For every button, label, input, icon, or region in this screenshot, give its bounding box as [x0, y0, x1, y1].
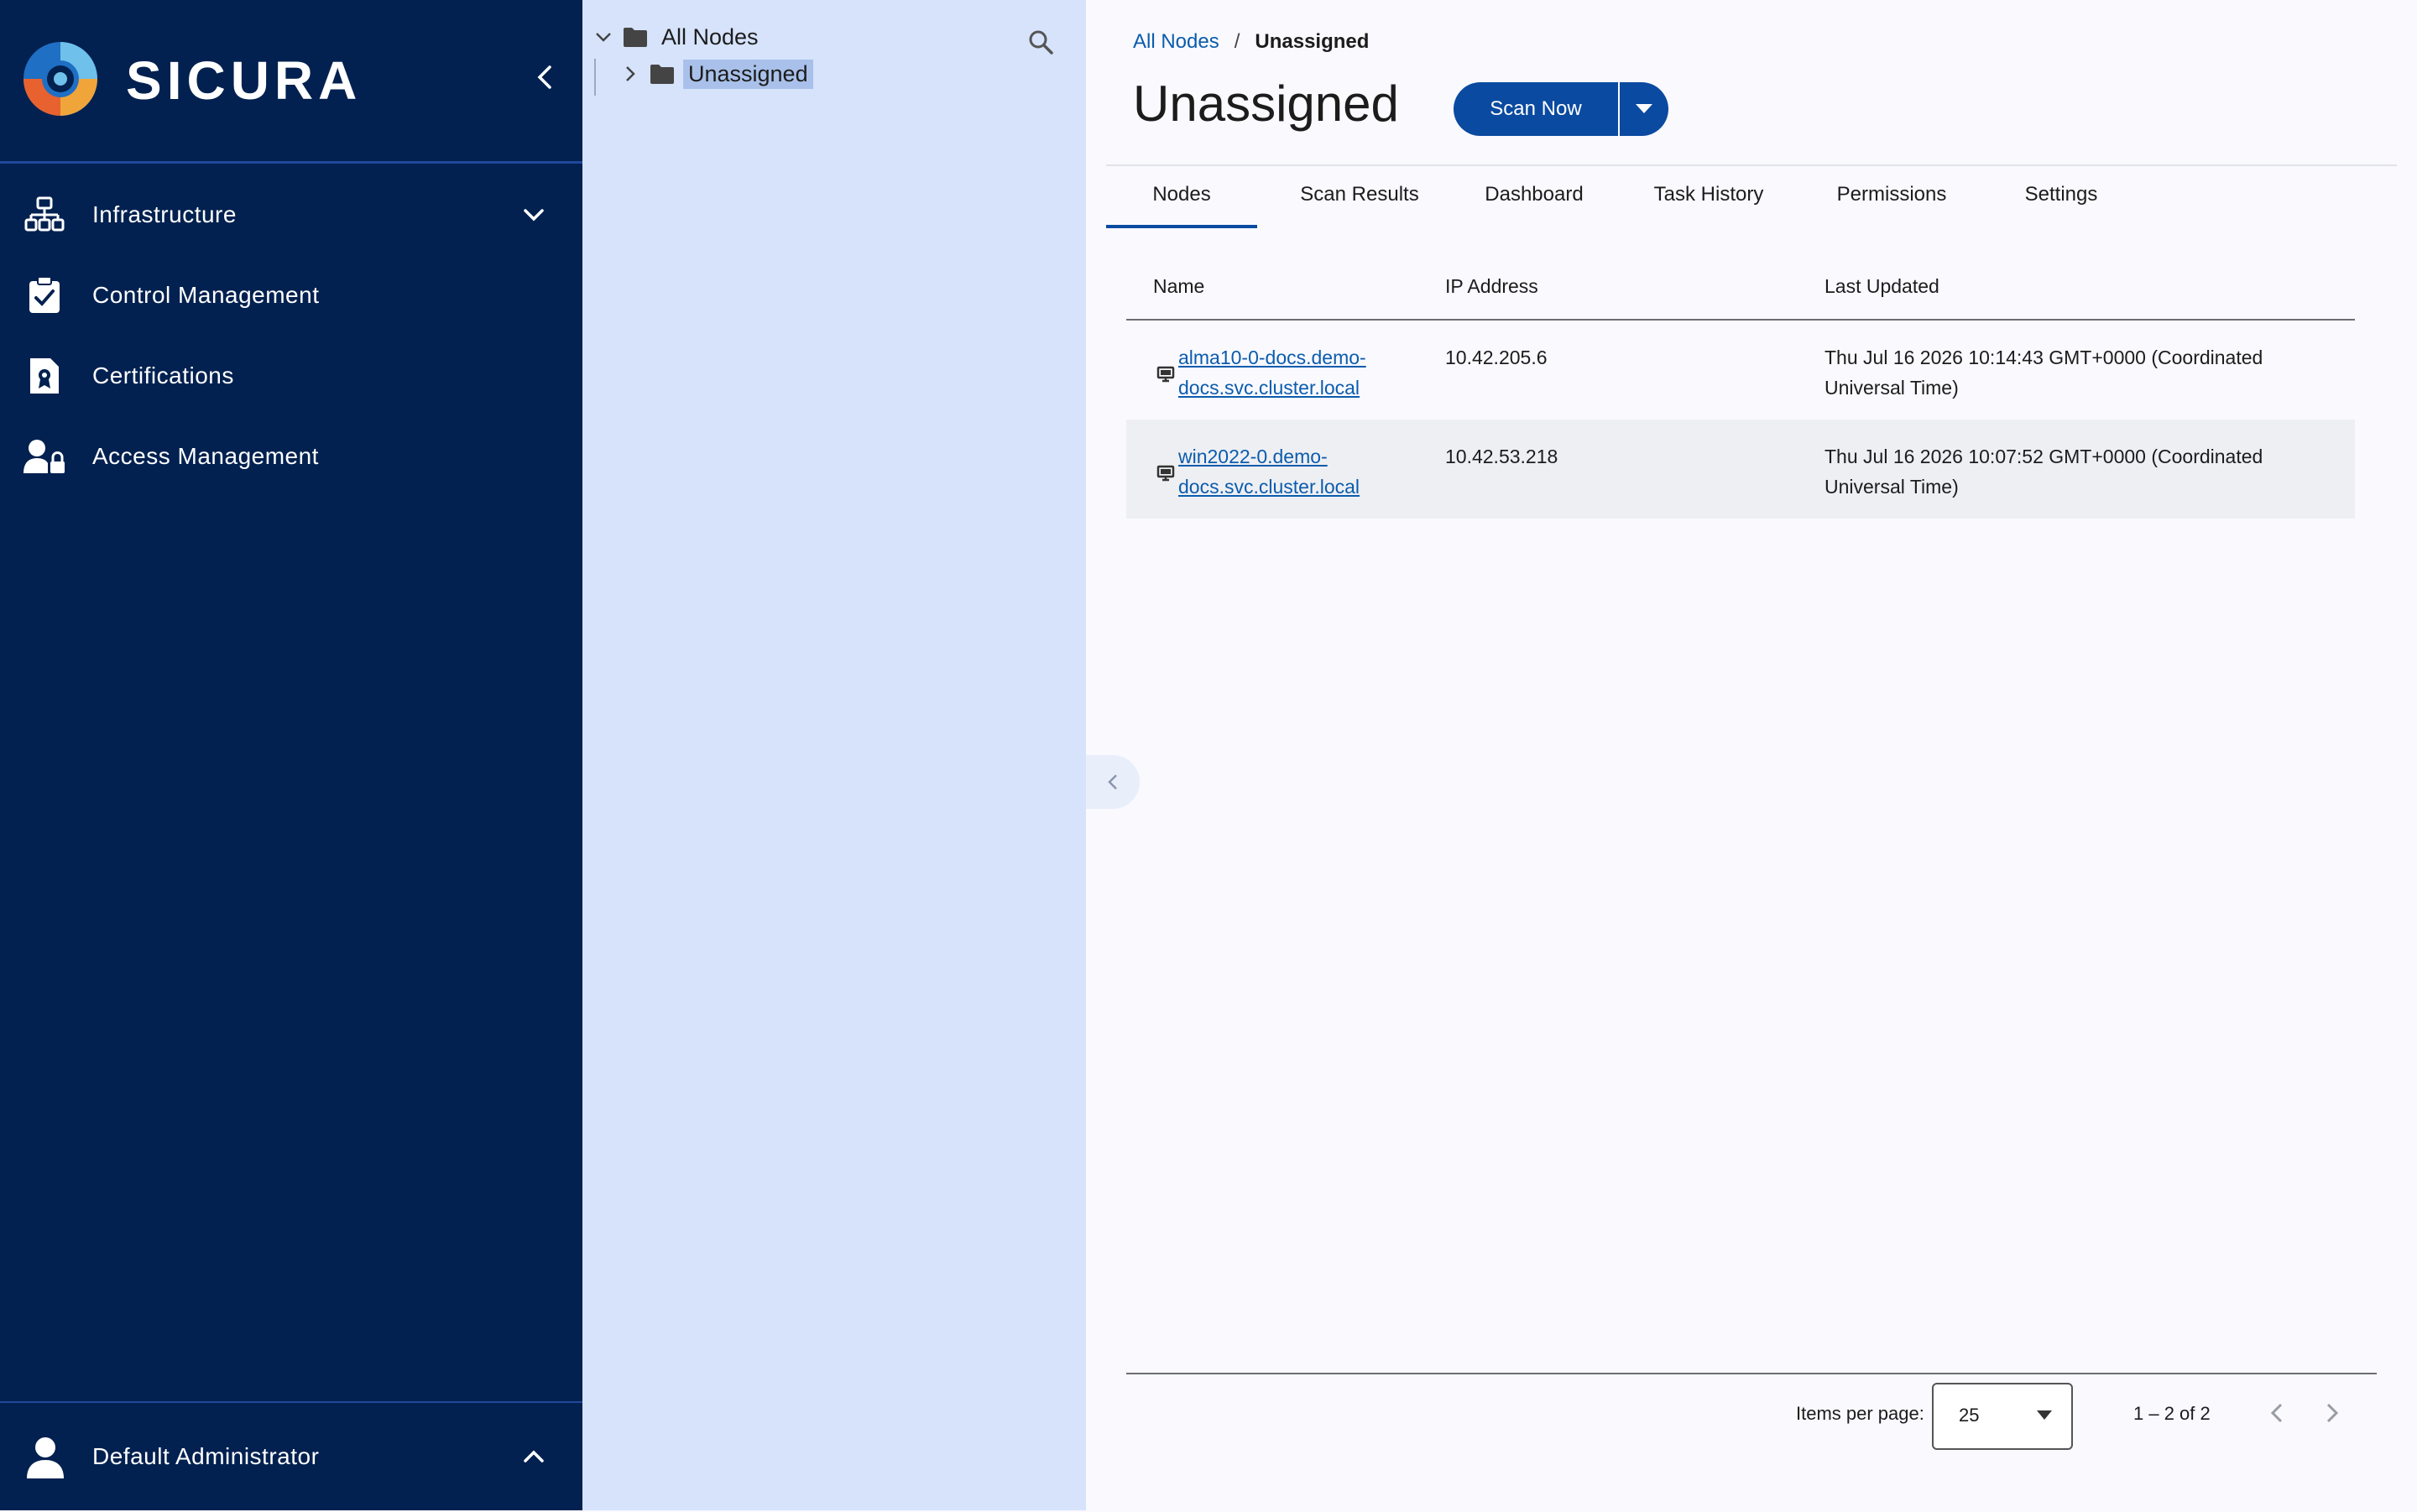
tree-label-selected: Unassigned — [683, 59, 813, 89]
node-last-updated: Thu Jul 16 2026 10:07:52 GMT+0000 (Coord… — [1824, 441, 2263, 502]
collapse-sidebar-icon[interactable] — [529, 60, 562, 94]
sidebar-item-infrastructure[interactable]: Infrastructure — [0, 175, 582, 255]
nodes-table: Name IP Address Last Updated alma10-0-do… — [1126, 252, 2355, 519]
breadcrumb: All Nodes / Unassigned — [1133, 30, 1369, 54]
sidebar-nav: Infrastructure Control Management Certif… — [0, 175, 582, 497]
node-tree-panel: All Nodes Unassigned — [582, 0, 1086, 1510]
tab-bar: Nodes Scan Results Dashboard Task Histor… — [1106, 164, 2397, 228]
sidebar-item-control-management[interactable]: Control Management — [0, 255, 582, 336]
last-updated-line: Thu Jul 16 2026 10:14:43 GMT+0000 (Coord… — [1824, 347, 2263, 368]
sidebar-item-certifications[interactable]: Certifications — [0, 336, 582, 416]
column-header-last-updated[interactable]: Last Updated — [1824, 275, 1939, 298]
chevron-up-icon — [524, 1450, 544, 1462]
next-page-icon[interactable] — [2318, 1400, 2345, 1426]
user-menu: Default Administrator — [0, 1401, 582, 1512]
brand-header: SICURA — [0, 0, 582, 164]
items-per-page-select[interactable]: 25 — [1932, 1383, 2073, 1450]
tab-nodes[interactable]: Nodes — [1106, 164, 1257, 228]
user-name: Default Administrator — [92, 1443, 320, 1469]
caret-down-icon — [1636, 104, 1652, 113]
chevron-right-icon[interactable] — [618, 61, 643, 86]
chevron-down-icon — [524, 209, 544, 222]
sidebar-item-label: Access Management — [92, 443, 319, 469]
tab-scan-results[interactable]: Scan Results — [1274, 164, 1445, 225]
tree-node-all-nodes[interactable]: All Nodes — [591, 20, 764, 54]
column-header-name[interactable]: Name — [1153, 275, 1204, 298]
tree-guide-line — [594, 59, 596, 96]
node-name-line[interactable]: docs.svc.cluster.local — [1178, 472, 1360, 502]
node-ip: 10.42.53.218 — [1445, 446, 1558, 467]
last-updated-line: Thu Jul 16 2026 10:07:52 GMT+0000 (Coord… — [1824, 446, 2263, 467]
node-ip: 10.42.205.6 — [1445, 347, 1548, 368]
sicura-logo — [23, 42, 97, 116]
scan-now-button[interactable]: Scan Now — [1454, 82, 1618, 136]
last-updated-line: Universal Time) — [1824, 476, 1959, 498]
folder-icon — [624, 28, 647, 47]
node-name-line[interactable]: docs.svc.cluster.local — [1178, 373, 1366, 403]
sidebar-item-label: Infrastructure — [92, 201, 237, 227]
user-icon — [27, 1437, 64, 1478]
tree-node-unassigned[interactable]: Unassigned — [618, 57, 813, 91]
tab-permissions[interactable]: Permissions — [1808, 164, 1976, 225]
search-icon[interactable] — [1027, 29, 1054, 55]
brand-name: SICURA — [126, 50, 363, 111]
sidebar-item-label: Certifications — [92, 362, 234, 388]
main-content: All Nodes / Unassigned Unassigned Scan N… — [1086, 0, 2417, 1510]
breadcrumb-current: Unassigned — [1255, 30, 1370, 53]
breadcrumb-separator: / — [1234, 30, 1240, 53]
computer-icon — [1156, 366, 1175, 383]
column-header-ip[interactable]: IP Address — [1445, 275, 1538, 298]
computer-icon — [1156, 465, 1175, 482]
network-icon — [23, 194, 65, 236]
sidebar: SICURA Infrastructure Control Management… — [0, 0, 582, 1510]
certificate-document-icon — [23, 355, 65, 397]
items-per-page-label: Items per page: — [1796, 1403, 1924, 1424]
last-updated-line: Universal Time) — [1824, 377, 1959, 399]
table-row: alma10-0-docs.demo- docs.svc.cluster.loc… — [1126, 321, 2355, 420]
node-last-updated: Thu Jul 16 2026 10:14:43 GMT+0000 (Coord… — [1824, 342, 2263, 403]
page-title: Unassigned — [1133, 76, 1399, 132]
node-name-link[interactable]: alma10-0-docs.demo- docs.svc.cluster.loc… — [1178, 342, 1366, 403]
table-row: win2022-0.demo- docs.svc.cluster.local 1… — [1126, 420, 2355, 519]
tab-dashboard[interactable]: Dashboard — [1459, 164, 1610, 225]
caret-down-icon — [2037, 1410, 2052, 1420]
node-name-line[interactable]: win2022-0.demo- — [1178, 441, 1360, 472]
tab-settings[interactable]: Settings — [1986, 164, 2137, 225]
clipboard-check-icon — [23, 274, 65, 316]
sidebar-item-access-management[interactable]: Access Management — [0, 416, 582, 497]
chevron-down-icon[interactable] — [591, 24, 616, 50]
node-name-line[interactable]: alma10-0-docs.demo- — [1178, 342, 1366, 373]
previous-page-icon[interactable] — [2264, 1400, 2291, 1426]
paginator-divider — [1126, 1373, 2377, 1374]
user-lock-icon — [23, 435, 65, 477]
table-header: Name IP Address Last Updated — [1126, 252, 2355, 321]
items-per-page-value: 25 — [1959, 1405, 1980, 1426]
tab-task-history[interactable]: Task History — [1625, 164, 1793, 225]
pagination-range: 1 – 2 of 2 — [2133, 1403, 2211, 1424]
tree-label: All Nodes — [661, 23, 759, 50]
breadcrumb-link-all-nodes[interactable]: All Nodes — [1133, 30, 1219, 54]
scan-options-dropdown[interactable] — [1620, 82, 1668, 136]
user-menu-toggle[interactable]: Default Administrator — [0, 1403, 582, 1512]
sidebar-item-label: Control Management — [92, 282, 320, 308]
node-name-link[interactable]: win2022-0.demo- docs.svc.cluster.local — [1178, 441, 1360, 502]
folder-icon — [650, 65, 674, 84]
